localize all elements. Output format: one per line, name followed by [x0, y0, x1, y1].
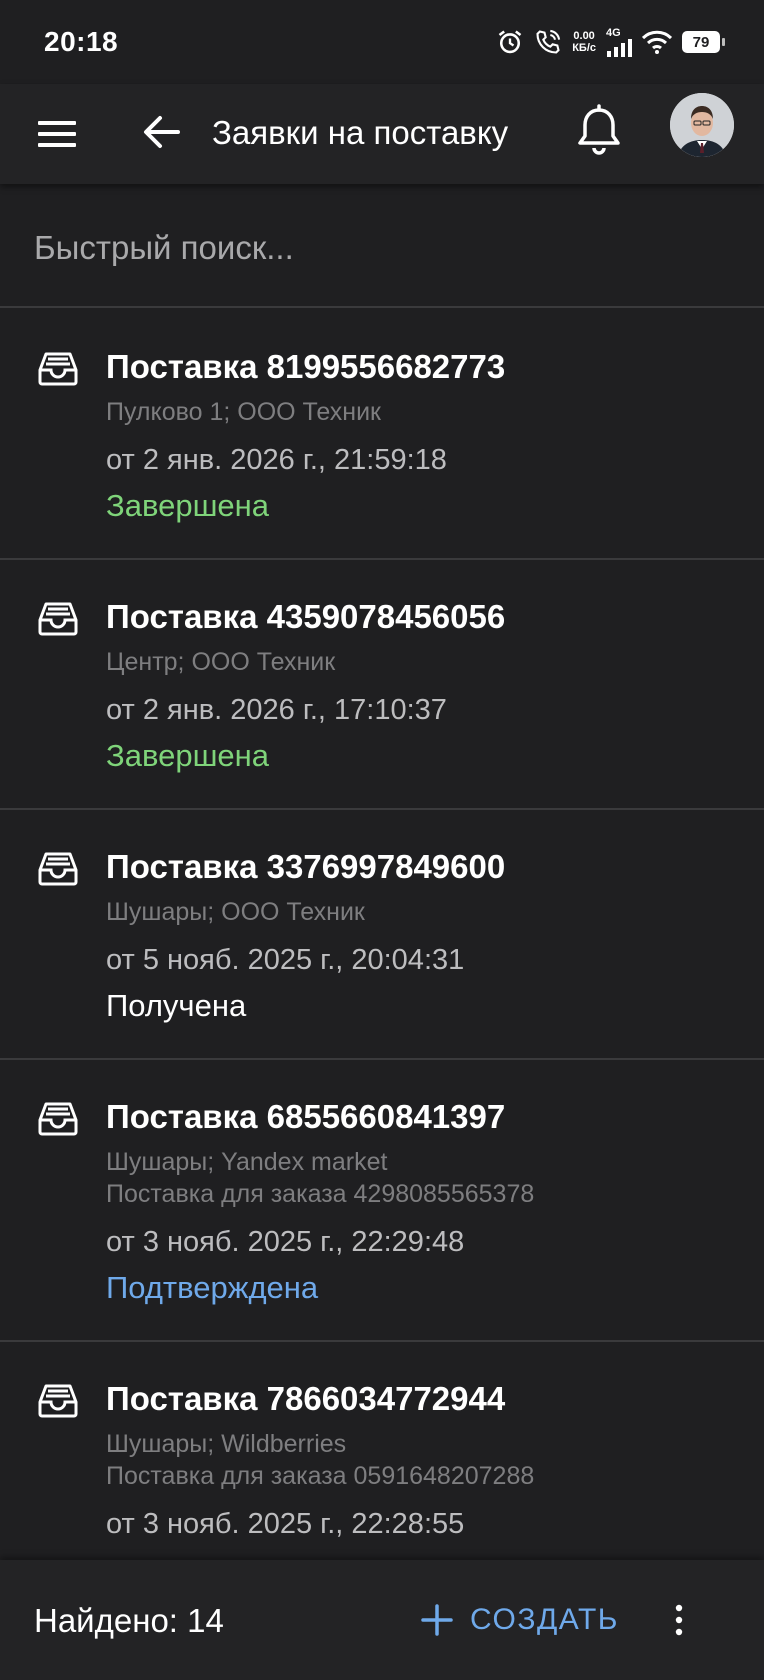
search-bar	[0, 184, 764, 308]
item-order-ref: Поставка для заказа 4298085565378	[106, 1180, 535, 1208]
item-title: Поставка 3376997849600	[106, 848, 506, 885]
status-label: Подтверждена	[106, 1270, 319, 1305]
back-button[interactable]	[140, 110, 184, 154]
item-title: Поставка 6855660841397	[106, 1098, 506, 1135]
item-order-ref: Поставка для заказа 0591648207288	[106, 1462, 535, 1490]
item-location: Пулково 1; ООО Техник	[106, 398, 381, 426]
item-title: Поставка 4359078456056	[106, 598, 506, 635]
page-title: Заявки на поставку	[212, 114, 509, 151]
inbox-tray-icon	[38, 1102, 78, 1136]
inbox-tray-icon	[38, 1384, 78, 1418]
net-speed-unit: КБ/с	[572, 42, 596, 54]
inbox-tray-icon	[38, 352, 78, 386]
bell-icon	[578, 104, 620, 155]
wifi-call-icon	[536, 29, 561, 54]
app-bar: Заявки на поставку	[0, 84, 764, 184]
list-item[interactable]: Поставка 3376997849600 Шушары; ООО Техни…	[0, 810, 764, 1060]
inbox-tray-icon	[38, 852, 78, 886]
status-time: 20:18	[44, 26, 119, 57]
signal: 4G	[606, 26, 632, 57]
user-photo	[670, 93, 734, 157]
search-input[interactable]	[34, 222, 724, 274]
menu-button[interactable]	[36, 114, 80, 154]
status-bar: 20:18 0.00 КБ/с 4G 79	[0, 0, 764, 84]
list-item[interactable]: Поставка 7866034772944 Шушары; Wildberri…	[0, 1342, 764, 1560]
avatar[interactable]	[670, 93, 734, 157]
status-label: Завершена	[106, 738, 270, 773]
net-type: 4G	[606, 26, 621, 39]
more-vertical-icon	[675, 1604, 683, 1636]
item-location: Центр; ООО Техник	[106, 648, 336, 676]
plus-icon	[421, 1604, 453, 1636]
item-title: Поставка 8199556682773	[106, 348, 506, 385]
arrow-left-icon	[144, 116, 180, 148]
item-location: Шушары; Wildberries	[106, 1430, 347, 1458]
item-location: Шушары; Yandex market	[106, 1148, 388, 1176]
more-options-button[interactable]	[664, 1590, 694, 1650]
net-speed: 0.00 КБ/с	[572, 30, 596, 54]
inbox-tray-icon	[38, 602, 78, 636]
item-location: Шушары; ООО Техник	[106, 898, 365, 926]
create-button-label: СОЗДАТЬ	[470, 1603, 619, 1636]
alarm-icon	[498, 30, 522, 54]
status-label: Завершена	[106, 488, 270, 523]
create-button[interactable]: СОЗДАТЬ	[420, 1594, 619, 1646]
found-count: Найдено: 14	[34, 1602, 224, 1639]
item-date: от 3 нояб. 2025 г., 22:28:55	[106, 1508, 465, 1540]
battery-indicator: 79	[682, 31, 725, 53]
supply-list: Поставка 8199556682773 Пулково 1; ООО Те…	[0, 310, 764, 1560]
item-date: от 3 нояб. 2025 г., 22:29:48	[106, 1226, 465, 1258]
status-label: Получена	[106, 988, 247, 1023]
wifi-icon	[642, 30, 672, 54]
list-item[interactable]: Поставка 4359078456056 Центр; ООО Техник…	[0, 560, 764, 810]
item-date: от 2 янв. 2026 г., 17:10:37	[106, 694, 447, 726]
bottom-bar: Найдено: 14 СОЗДАТЬ	[0, 1560, 764, 1680]
list-item[interactable]: Поставка 8199556682773 Пулково 1; ООО Те…	[0, 310, 764, 560]
item-title: Поставка 7866034772944	[106, 1380, 506, 1417]
net-speed-value: 0.00	[573, 30, 595, 42]
notifications-button[interactable]	[574, 102, 624, 160]
item-date: от 5 нояб. 2025 г., 20:04:31	[106, 944, 465, 976]
item-date: от 2 янв. 2026 г., 21:59:18	[106, 444, 447, 476]
status-icons: 0.00 КБ/с 4G 79	[496, 26, 725, 57]
menu-icon	[38, 121, 76, 147]
signal-icon	[607, 38, 632, 57]
list-item[interactable]: Поставка 6855660841397 Шушары; Yandex ma…	[0, 1060, 764, 1342]
